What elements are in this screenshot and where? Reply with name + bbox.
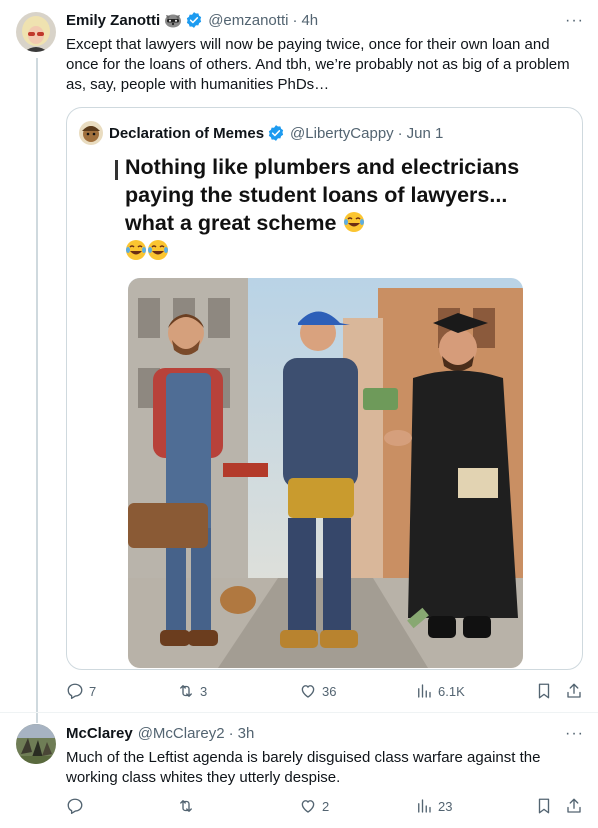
quote-author-handle[interactable]: @LibertyCappy xyxy=(290,125,394,142)
repost-button[interactable]: 3 xyxy=(177,682,207,700)
separator: · xyxy=(228,725,234,742)
reply-button[interactable]: 7 xyxy=(66,682,96,700)
separator: · xyxy=(292,11,298,29)
views-icon xyxy=(418,684,431,698)
share-button[interactable] xyxy=(565,797,583,815)
author-handle[interactable]: @McClarey2 xyxy=(138,725,225,742)
like-count: 2 xyxy=(322,798,330,814)
tweet-actions: 2 23 xyxy=(66,797,586,821)
laughing-emoji-icon xyxy=(343,211,365,233)
verified-icon xyxy=(185,11,203,29)
tweet-emily[interactable]: Emily Zanotti @emzanotti · 4h ··· Except… xyxy=(0,0,598,712)
quote-header: Declaration of Memes @LibertyCappy · Jun… xyxy=(79,121,443,145)
like-icon xyxy=(301,800,315,813)
quote-avatar[interactable] xyxy=(79,121,103,145)
reply-icon xyxy=(67,798,83,815)
tweet-actions: 7 3 36 6.1K xyxy=(66,682,586,706)
tweet-mcclarey[interactable]: McClarey @McClarey2 · 3h ··· Much of the… xyxy=(0,713,598,828)
views-button[interactable]: 23 xyxy=(415,797,452,815)
share-icon xyxy=(567,798,581,813)
author-handle[interactable]: @emzanotti xyxy=(208,12,288,29)
share-button[interactable] xyxy=(565,682,583,700)
meme-image[interactable]: Nothing like plumbers and electricians p… xyxy=(115,153,535,668)
bookmark-button[interactable] xyxy=(535,797,553,815)
reply-count: 7 xyxy=(89,683,97,699)
reply-icon xyxy=(67,683,83,700)
tweet-header: McClarey @McClarey2 · 3h xyxy=(66,725,254,742)
reply-button[interactable] xyxy=(66,797,89,815)
raccoon-icon xyxy=(164,12,182,28)
laughing-emoji-icon xyxy=(147,239,169,261)
tweet-text: Much of the Leftist agenda is barely dis… xyxy=(66,749,541,786)
repost-button[interactable] xyxy=(177,797,200,815)
like-icon xyxy=(301,685,315,698)
meme-illustration xyxy=(128,278,523,668)
repost-icon xyxy=(180,800,192,812)
caption-bar xyxy=(115,160,118,180)
quote-timestamp[interactable]: Jun 1 xyxy=(407,125,444,142)
avatar[interactable] xyxy=(16,12,56,52)
like-button[interactable]: 2 xyxy=(299,797,329,815)
bookmark-icon xyxy=(538,798,550,814)
timestamp[interactable]: 3h xyxy=(238,725,255,742)
views-button[interactable]: 6.1K xyxy=(415,682,465,700)
bookmark-button[interactable] xyxy=(535,682,553,700)
views-count: 23 xyxy=(438,798,453,814)
quote-author-name[interactable]: Declaration of Memes xyxy=(109,125,264,142)
laughing-emoji-icon xyxy=(125,239,147,261)
verified-icon xyxy=(267,124,285,142)
author-name[interactable]: McClarey xyxy=(66,725,133,742)
tweet-text: Except that lawyers will now be paying t… xyxy=(66,36,570,93)
share-icon xyxy=(567,683,581,698)
meme-caption: Nothing like plumbers and electricians p… xyxy=(115,153,535,265)
views-icon xyxy=(418,799,431,813)
like-button[interactable]: 36 xyxy=(299,682,336,700)
timestamp[interactable]: 4h xyxy=(301,12,318,29)
like-count: 36 xyxy=(322,683,337,699)
bookmark-icon xyxy=(538,683,550,699)
repost-icon xyxy=(180,685,192,697)
meme-caption-text: Nothing like plumbers and electricians p… xyxy=(125,155,520,235)
avatar[interactable] xyxy=(16,724,56,764)
more-options-button[interactable]: ··· xyxy=(565,725,584,743)
tweet-header: Emily Zanotti @emzanotti · 4h xyxy=(66,11,318,29)
repost-count: 3 xyxy=(200,683,208,699)
separator: · xyxy=(397,124,403,142)
more-options-button[interactable]: ··· xyxy=(565,12,584,30)
quoted-tweet[interactable]: Declaration of Memes @LibertyCappy · Jun… xyxy=(66,107,583,670)
views-count: 6.1K xyxy=(438,683,465,699)
author-name[interactable]: Emily Zanotti xyxy=(66,12,160,29)
